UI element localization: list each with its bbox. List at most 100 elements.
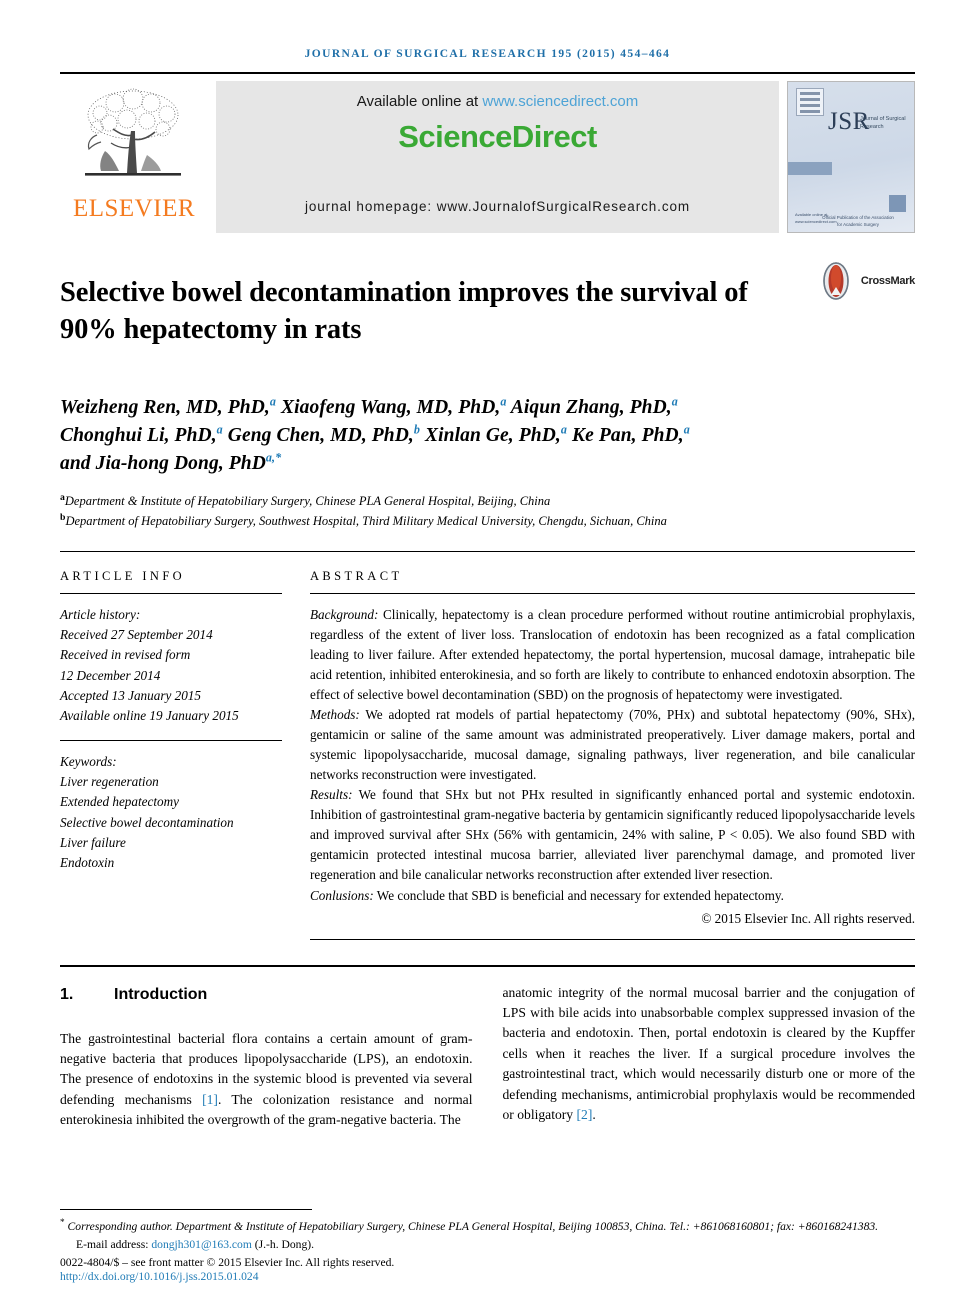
body-divider	[60, 964, 915, 967]
crossmark-badge[interactable]: CrossMark	[816, 261, 915, 301]
email-label: E-mail address:	[76, 1238, 152, 1251]
article-history: Article history: Received 27 September 2…	[60, 605, 282, 727]
article-info-column: Article info Article history: Received 2…	[60, 569, 308, 940]
email-line: E-mail address: dongjh301@163.com (J.-h.…	[60, 1238, 915, 1251]
affiliation-text: Department & Institute of Hepatobiliary …	[64, 494, 551, 508]
abstract-heading: Abstract	[310, 568, 403, 583]
abstract-column: Abstract Background: Clinically, hepatec…	[308, 569, 915, 940]
abstract-results-text: We found that SHx but not PHx resulted i…	[310, 787, 915, 883]
info-abstract-columns: Article info Article history: Received 2…	[60, 569, 915, 940]
footnote-block: * Corresponding author. Department & Ins…	[60, 1208, 915, 1283]
author-affiliation-marker: a	[671, 394, 678, 409]
body-column-left: 1. Introduction The gastrointestinal bac…	[60, 983, 473, 1131]
affiliation-item: bDepartment of Hepatobiliary Surgery, So…	[60, 511, 915, 531]
author-name: and Jia-hong Dong, PhD	[60, 453, 266, 475]
corresponding-author-marker: a,*	[265, 450, 282, 465]
page-title: Selective bowel decontamination improves…	[60, 277, 748, 346]
article-history-item: Available online 19 January 2015	[60, 708, 239, 724]
cover-publisher-mark-icon	[796, 88, 824, 116]
article-info-heading: Article info	[60, 568, 186, 583]
cover-subtitle: Journal of Surgical Research	[860, 116, 906, 131]
email-link[interactable]: dongjh301@163.com	[151, 1238, 252, 1251]
cover-accent-bar-left	[788, 162, 832, 175]
article-info-rule	[60, 592, 282, 594]
section-number: 1.	[60, 985, 74, 1003]
keyword-item: Selective bowel decontamination	[60, 814, 234, 830]
elsevier-wordmark: ELSEVIER	[72, 195, 196, 222]
affiliation-item: aDepartment & Institute of Hepatobiliary…	[60, 491, 915, 511]
running-head: Journal of Surgical Research 195 (2015) …	[304, 48, 671, 60]
abstract-methods: Methods: We adopted rat models of partia…	[310, 705, 915, 785]
article-history-item: Received 27 September 2014	[60, 626, 213, 642]
body-columns: 1. Introduction The gastrointestinal bac…	[60, 983, 915, 1131]
author-line-3: and Jia-hong Dong, PhDa,*	[60, 450, 282, 475]
author-name: Weizheng Ren, MD, PhD,	[60, 396, 270, 418]
author-name: Geng Chen, MD, PhD,	[222, 424, 414, 446]
body-column-right: anatomic integrity of the normal mucosal…	[503, 983, 916, 1131]
journal-cover-thumbnail: JSR Journal of Surgical Research Officia…	[787, 81, 915, 233]
article-history-item: Accepted 13 January 2015	[60, 687, 201, 703]
article-history-item: Received in revised form	[60, 647, 191, 663]
section-title-text: Introduction	[114, 985, 208, 1003]
header-divider	[60, 72, 915, 74]
author-affiliation-marker: a	[683, 422, 690, 437]
keywords-divider	[60, 739, 282, 741]
elsevier-logo: ELSEVIER	[60, 81, 208, 233]
introduction-paragraph-right: anatomic integrity of the normal mucosal…	[503, 983, 916, 1126]
crossmark-icon	[823, 262, 849, 300]
abstract-background-label: Background:	[310, 606, 379, 622]
abstract-results-label: Results:	[310, 787, 353, 803]
issn-copyright-line: 0022-4804/$ – see front matter © 2015 El…	[60, 1256, 395, 1269]
sciencedirect-wordmark: ScienceDirect	[398, 119, 597, 154]
title-row: Selective bowel decontamination improves…	[60, 255, 915, 367]
footnote-star-marker: *	[60, 1217, 65, 1228]
abstract-conclusions-text: We conclude that SBD is beneficial and n…	[373, 887, 784, 903]
citation-link-1[interactable]: [1]	[202, 1092, 218, 1107]
keyword-item: Extended hepatectomy	[60, 794, 179, 810]
author-name: Ke Pan, PhD,	[567, 424, 684, 446]
abstract-background-text: Clinically, hepatectomy is a clean proce…	[310, 606, 915, 702]
cover-footer: Available online at www.sciencedirect.co…	[795, 212, 837, 224]
elsevier-tree-icon	[85, 88, 181, 176]
abstract-end-rule	[310, 938, 915, 940]
author-line-1: Weizheng Ren, MD, PhD, a Xiaofeng Wang, M…	[60, 394, 678, 418]
available-online-prefix: Available online at	[356, 93, 483, 110]
keywords-label: Keywords:	[60, 753, 117, 769]
doi-link[interactable]: http://dx.doi.org/10.1016/j.jss.2015.01.…	[60, 1270, 915, 1283]
keyword-item: Liver failure	[60, 834, 126, 850]
keywords-block: Keywords: Liver regeneration Extended he…	[60, 752, 282, 874]
abstract-rule	[310, 592, 915, 594]
introduction-paragraph-left: The gastrointestinal bacterial flora con…	[60, 1029, 473, 1131]
available-online-line: Available online at www.sciencedirect.co…	[357, 93, 639, 110]
abstract-methods-label: Methods:	[310, 706, 360, 722]
abstract-results: Results: We found that SHx but not PHx r…	[310, 785, 915, 885]
footnote-rule	[60, 1208, 312, 1210]
introduction-heading: 1. Introduction	[60, 983, 473, 1007]
journal-homepage-line[interactable]: journal homepage: www.JournalofSurgicalR…	[216, 199, 779, 214]
abstract-copyright: © 2015 Elsevier Inc. All rights reserved…	[701, 910, 915, 926]
author-name: Xiaofeng Wang, MD, PhD,	[276, 396, 501, 418]
keyword-item: Endotoxin	[60, 855, 115, 871]
article-page: Journal of Surgical Research 195 (2015) …	[0, 0, 975, 1305]
citation-link-2[interactable]: [2]	[577, 1107, 593, 1122]
affiliation-text: Department of Hepatobiliary Surgery, Sou…	[65, 513, 667, 528]
intro-text-part-3: anatomic integrity of the normal mucosal…	[502, 984, 916, 1122]
keyword-item: Liver regeneration	[60, 773, 159, 789]
abstract-conclusions: Conlusions: We conclude that SBD is bene…	[310, 886, 915, 906]
author-name: Aiqun Zhang, PhD,	[506, 396, 672, 418]
corresponding-author-note: * Corresponding author. Department & Ins…	[60, 1217, 915, 1235]
sciencedirect-banner: Available online at www.sciencedirect.co…	[216, 81, 779, 233]
sciencedirect-link[interactable]: www.sciencedirect.com	[482, 93, 638, 110]
article-history-label: Article history:	[60, 606, 141, 622]
corresponding-author-text: Corresponding author. Department & Insti…	[67, 1219, 879, 1233]
info-section-divider	[60, 550, 915, 552]
author-name: Xinlan Ge, PhD,	[420, 424, 561, 446]
abstract-methods-text: We adopted rat models of partial hepatec…	[310, 706, 915, 783]
author-name: Chonghui Li, PhD,	[60, 424, 217, 446]
intro-text-part-4: .	[592, 1107, 596, 1122]
cover-accent-bar-right	[889, 195, 906, 212]
abstract-background: Background: Clinically, hepatectomy is a…	[310, 605, 915, 705]
masthead: ELSEVIER Available online at www.science…	[60, 81, 915, 233]
crossmark-label: CrossMark	[860, 275, 915, 287]
abstract-conclusions-label: Conlusions:	[310, 887, 374, 903]
